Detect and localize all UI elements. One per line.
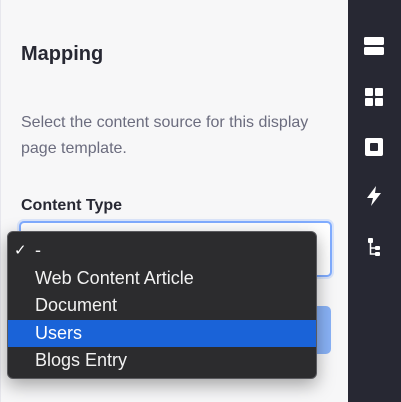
page-structure-icon[interactable] [363,236,385,258]
fragments-grid-icon[interactable] [363,86,385,108]
option-label: Blogs Entry [35,350,128,370]
option-label: Users [35,322,83,343]
content-type-dropdown[interactable]: ✓ - Web Content Article Document Users B… [7,231,317,379]
mapping-bolt-icon[interactable] [363,185,385,207]
sections-icon[interactable] [363,35,385,57]
option-label: Web Content Article [35,267,194,288]
option-label: - [35,240,41,260]
primary-button-edge[interactable] [317,306,331,354]
option-label: Document [35,295,118,315]
dropdown-option-blogs-entry[interactable]: Blogs Entry [8,347,316,375]
panel-description: Select the content source for this displ… [21,114,309,157]
widgets-icon[interactable] [363,136,385,158]
content-type-label: Content Type [21,197,123,214]
sidebar [348,0,401,402]
dropdown-option-none[interactable]: ✓ - [8,237,316,265]
panel-title: Mapping [21,43,104,65]
dropdown-option-document[interactable]: Document [8,292,316,320]
checkmark-icon: ✓ [14,242,27,259]
dropdown-option-web-content-article[interactable]: Web Content Article [8,265,316,293]
dropdown-option-users[interactable]: Users [8,319,316,347]
